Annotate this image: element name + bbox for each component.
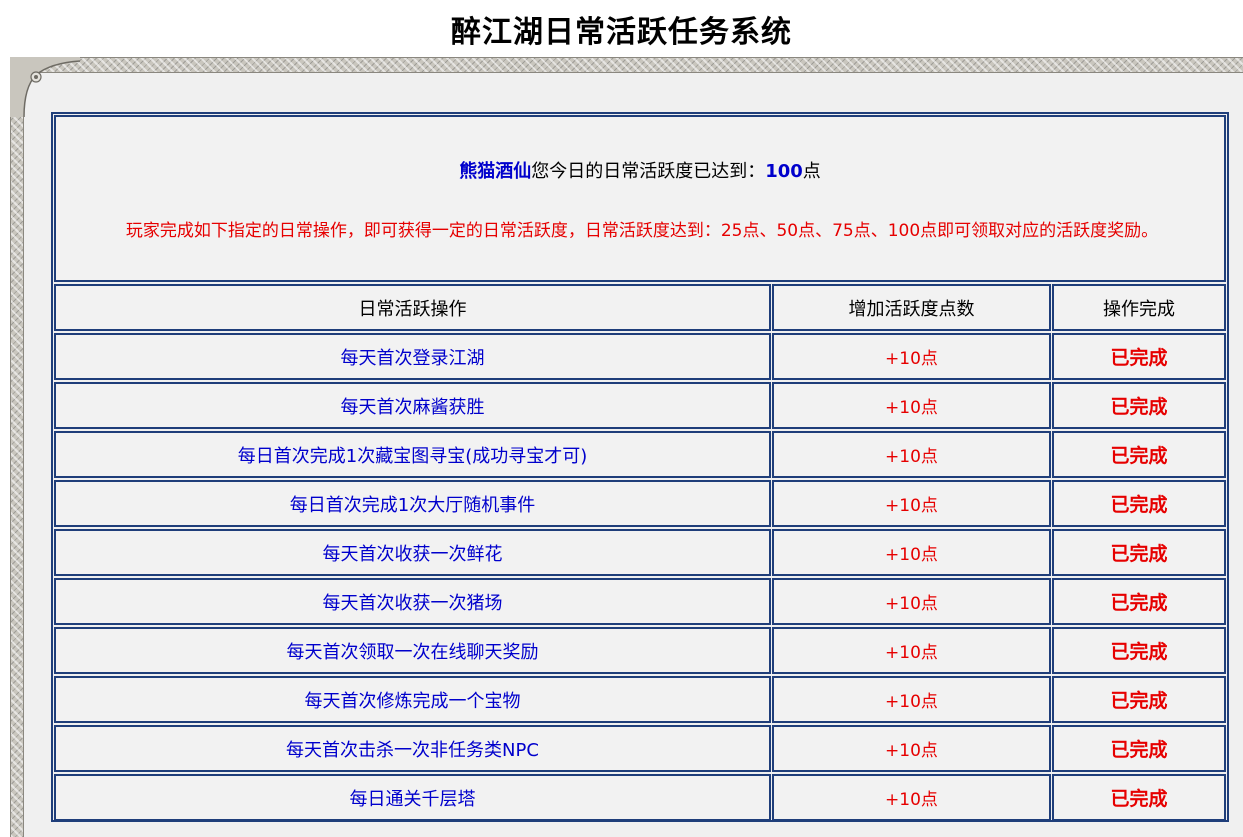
task-status-cell: 已完成 xyxy=(1052,774,1226,821)
task-status-cell: 已完成 xyxy=(1052,676,1226,723)
frame-corner-ornament-icon xyxy=(10,57,80,117)
task-status-cell: 已完成 xyxy=(1052,382,1226,429)
player-name: 熊猫酒仙 xyxy=(459,161,532,182)
task-status-cell: 已完成 xyxy=(1052,431,1226,478)
task-points-cell: +10点 xyxy=(772,333,1051,380)
points-value: 100 xyxy=(765,161,803,182)
task-name-cell: 每天首次修炼完成一个宝物 xyxy=(54,676,771,723)
frame-left-border xyxy=(10,57,24,837)
task-name-cell: 每天首次领取一次在线聊天奖励 xyxy=(54,627,771,674)
task-points-cell: +10点 xyxy=(772,431,1051,478)
header-status: 操作完成 xyxy=(1052,284,1226,331)
task-points-cell: +10点 xyxy=(772,725,1051,772)
task-points-cell: +10点 xyxy=(772,529,1051,576)
status-text: 您今日的日常活跃度已达到： xyxy=(531,161,766,182)
task-status-cell: 已完成 xyxy=(1052,529,1226,576)
task-status-cell: 已完成 xyxy=(1052,480,1226,527)
task-status-cell: 已完成 xyxy=(1052,578,1226,625)
task-name-cell: 每天首次击杀一次非任务类NPC xyxy=(54,725,771,772)
activity-status-line: 熊猫酒仙您今日的日常活跃度已达到：100点 xyxy=(56,159,1224,185)
task-points-cell: +10点 xyxy=(772,578,1051,625)
task-name-cell: 每日首次完成1次藏宝图寻宝(成功寻宝才可) xyxy=(54,431,771,478)
header-points: 增加活跃度点数 xyxy=(772,284,1051,331)
task-name-cell: 每天首次麻酱获胜 xyxy=(54,382,771,429)
points-unit: 点 xyxy=(802,161,821,182)
task-name-cell: 每天首次收获一次鲜花 xyxy=(54,529,771,576)
page-title: 醉江湖日常活跃任务系统 xyxy=(451,15,792,50)
task-name-cell: 每天首次收获一次猪场 xyxy=(54,578,771,625)
task-name-cell: 每天首次登录江湖 xyxy=(54,333,771,380)
header-task: 日常活跃操作 xyxy=(54,284,771,331)
task-points-cell: +10点 xyxy=(772,480,1051,527)
task-status-cell: 已完成 xyxy=(1052,725,1226,772)
task-name-cell: 每日首次完成1次大厅随机事件 xyxy=(54,480,771,527)
task-points-cell: +10点 xyxy=(772,774,1051,821)
activity-summary-box: 熊猫酒仙您今日的日常活跃度已达到：100点 玩家完成如下指定的日常操作，即可获得… xyxy=(54,115,1226,282)
frame-top-border xyxy=(10,57,1243,73)
task-points-cell: +10点 xyxy=(772,627,1051,674)
task-name-cell: 每日通关千层塔 xyxy=(54,774,771,821)
task-points-cell: +10点 xyxy=(772,676,1051,723)
activity-description: 玩家完成如下指定的日常操作，即可获得一定的日常活跃度，日常活跃度达到：25点、5… xyxy=(125,221,1159,241)
activity-table: 熊猫酒仙您今日的日常活跃度已达到：100点 玩家完成如下指定的日常操作，即可获得… xyxy=(51,112,1229,822)
task-points-cell: +10点 xyxy=(772,382,1051,429)
task-status-cell: 已完成 xyxy=(1052,627,1226,674)
task-status-cell: 已完成 xyxy=(1052,333,1226,380)
